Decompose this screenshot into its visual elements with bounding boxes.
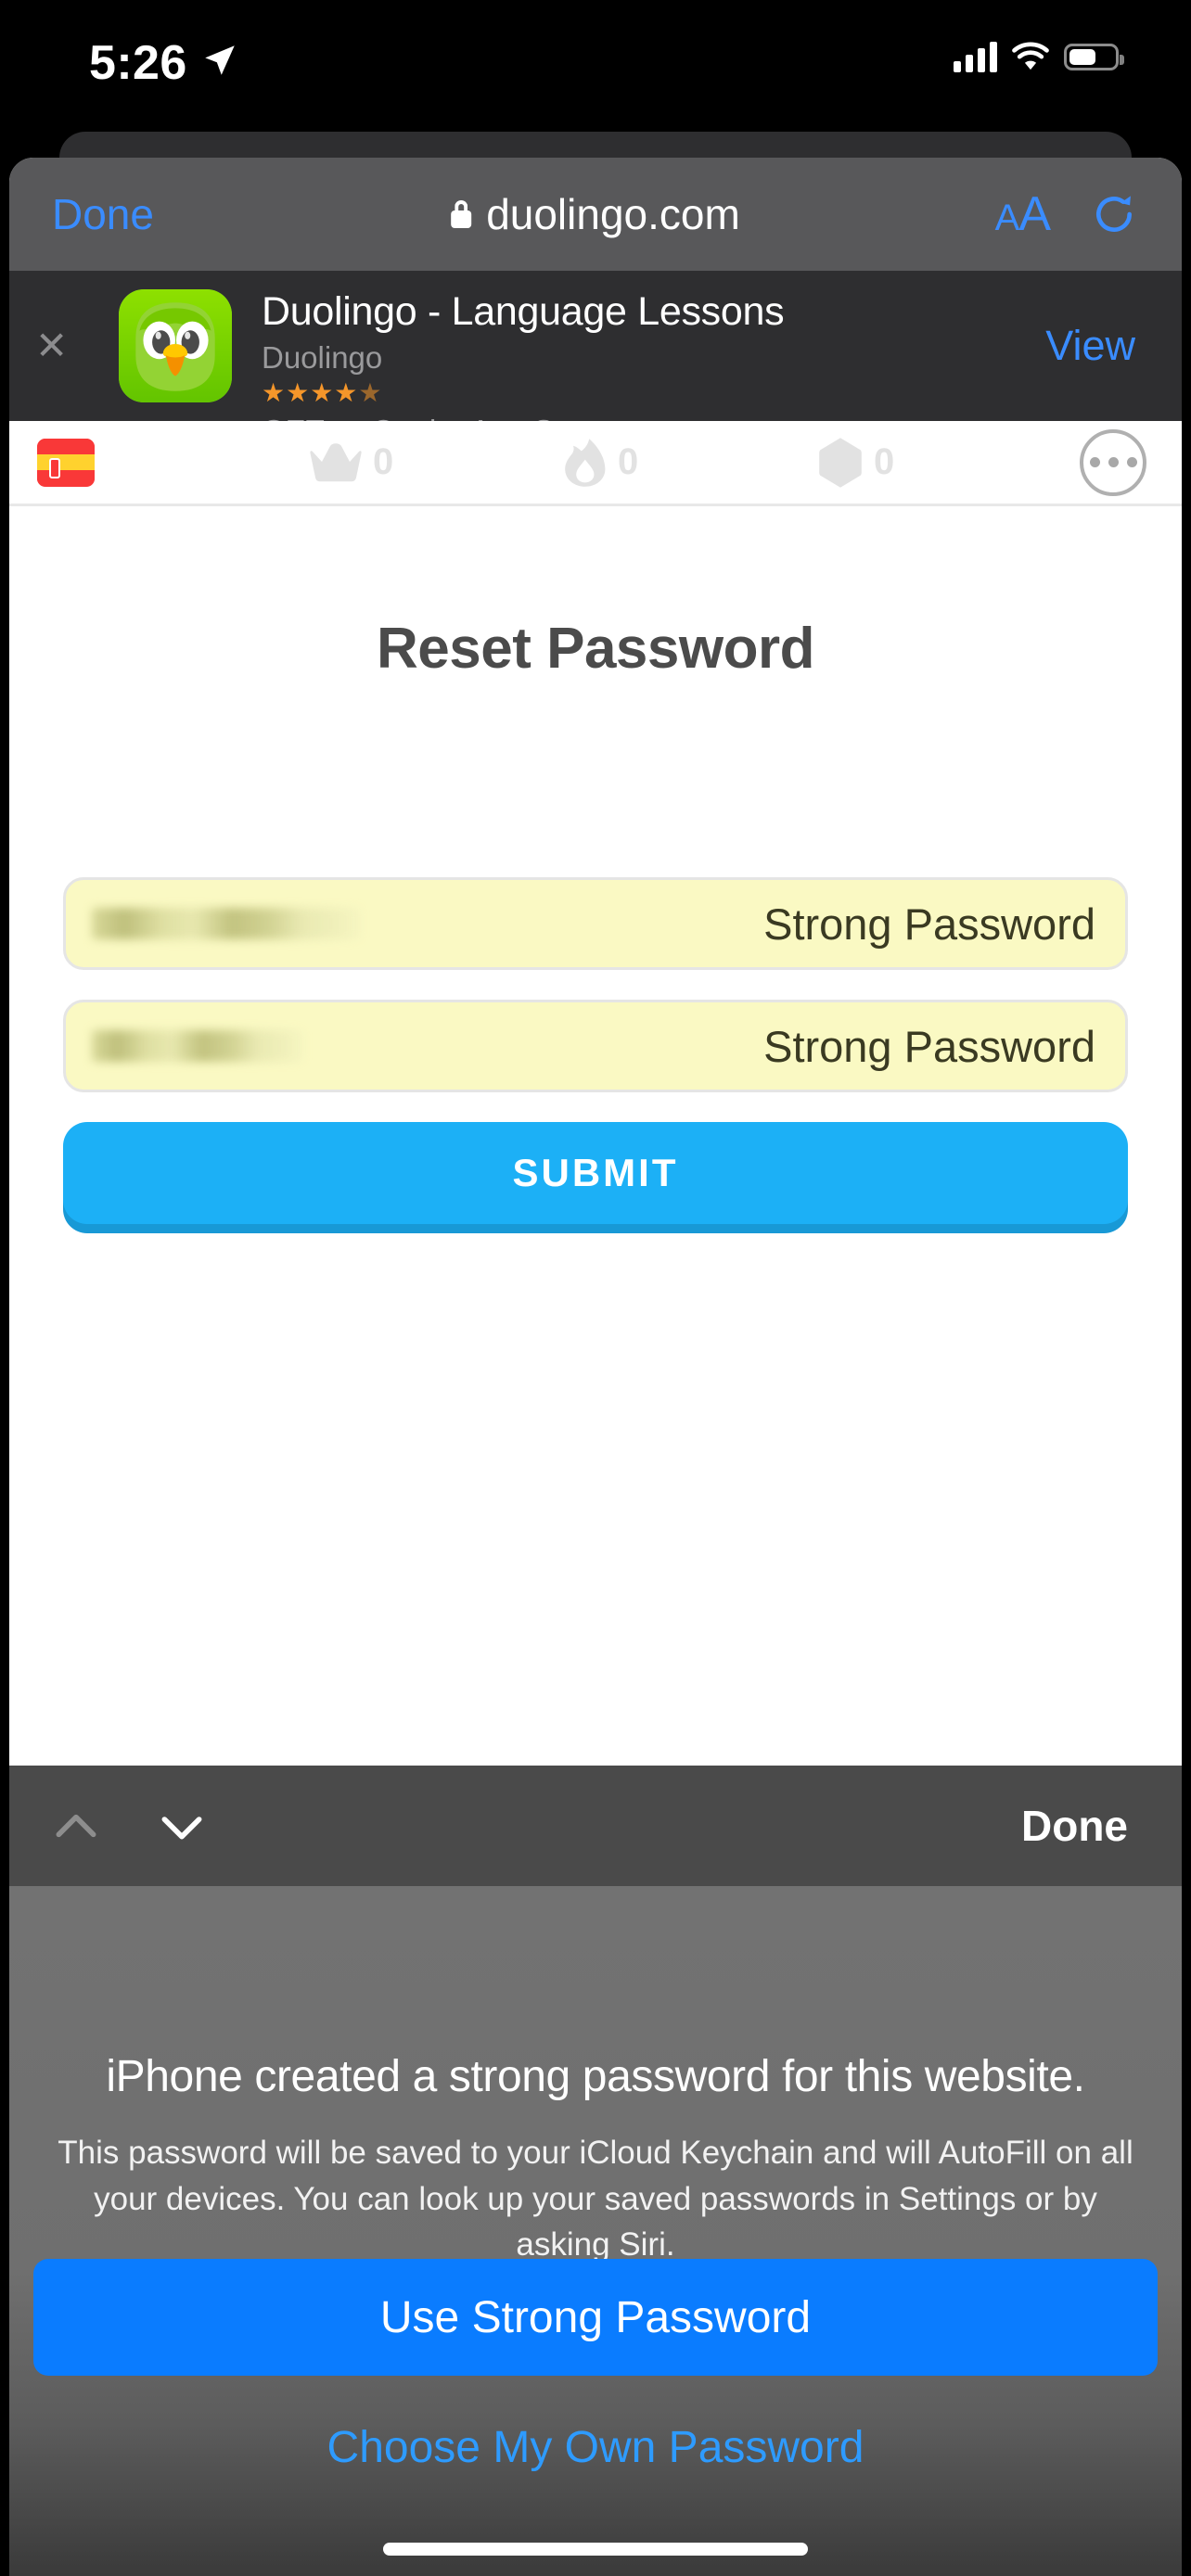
home-indicator[interactable] <box>383 2543 808 2556</box>
duolingo-owl-icon[interactable] <box>119 289 232 402</box>
wifi-icon <box>1012 42 1049 70</box>
reload-icon[interactable] <box>1091 191 1137 237</box>
chevron-down-icon[interactable] <box>156 1800 208 1852</box>
keyboard-done-button[interactable]: Done <box>1021 1801 1128 1851</box>
lock-icon <box>451 200 472 228</box>
safari-toolbar: Done duolingo.com AA <box>9 158 1182 271</box>
location-arrow-icon <box>205 45 235 75</box>
app-banner-view-button[interactable]: View <box>1045 322 1135 370</box>
text-size-large-a: A <box>1018 187 1051 241</box>
chevron-up-icon[interactable] <box>50 1800 102 1852</box>
safari-url-bar[interactable]: duolingo.com <box>451 189 740 239</box>
gem-icon <box>819 437 862 488</box>
crown-count: 0 <box>373 441 394 482</box>
streak-stat[interactable]: 0 <box>564 438 638 488</box>
status-bar: 5:26 <box>0 0 1191 148</box>
strong-password-description: This password will be saved to your iClo… <box>58 2135 1133 2264</box>
spain-flag-icon[interactable] <box>37 438 95 487</box>
battery-icon <box>1064 43 1124 70</box>
safari-view-controller: Done duolingo.com AA ✕ Duolingo - Langua… <box>9 158 1182 2576</box>
password-masked-value <box>92 908 361 939</box>
app-banner-rating-stars: ★★★★★ <box>262 378 383 407</box>
crown-stat[interactable]: 0 <box>310 441 393 484</box>
smart-app-banner: ✕ Duolingo - Language Lessons Duolingo ★… <box>9 271 1182 448</box>
duolingo-nav-bar: 0 0 0 <box>9 421 1182 506</box>
strong-password-sheet: iPhone created a strong password for thi… <box>9 1886 1182 2576</box>
status-bar-time: 5:26 <box>89 36 187 90</box>
choose-own-password-button[interactable]: Choose My Own Password <box>9 2422 1182 2473</box>
password-input[interactable]: Strong Password <box>63 877 1128 970</box>
password-autofill-label: Strong Password <box>763 899 1095 949</box>
streak-count: 0 <box>618 441 639 482</box>
status-bar-indicators <box>954 41 1124 72</box>
iphone-screen: 5:26 Done duolingo.com AA ✕ Duolingo - L… <box>0 0 1191 2576</box>
signal-bars-icon <box>954 41 997 72</box>
gem-stat[interactable]: 0 <box>818 437 894 489</box>
confirm-password-masked-value <box>92 1030 303 1062</box>
safari-done-button[interactable]: Done <box>52 189 154 239</box>
app-banner-subtitle: Duolingo <box>262 340 383 375</box>
text-size-small-a: A <box>994 198 1020 238</box>
gem-count: 0 <box>874 441 895 482</box>
reset-password-form: Reset Password Strong Password Strong Pa… <box>9 506 1182 1224</box>
keyboard-accessory-bar: Done <box>9 1766 1182 1886</box>
close-x-icon[interactable]: ✕ <box>35 326 68 365</box>
confirm-password-input[interactable]: Strong Password <box>63 1000 1128 1092</box>
strong-password-title: iPhone created a strong password for thi… <box>106 2052 1085 2101</box>
flame-icon <box>565 438 606 487</box>
app-banner-title: Duolingo - Language Lessons <box>262 289 785 334</box>
page-title: Reset Password <box>377 617 815 681</box>
submit-button[interactable]: SUBMIT <box>63 1122 1128 1224</box>
crown-icon <box>310 442 362 481</box>
text-size-button[interactable]: AA <box>994 186 1051 242</box>
ellipsis-icon[interactable] <box>1080 428 1146 496</box>
use-strong-password-button[interactable]: Use Strong Password <box>33 2259 1158 2376</box>
confirm-password-autofill-label: Strong Password <box>763 1021 1095 1071</box>
safari-url-text: duolingo.com <box>486 190 740 238</box>
duolingo-web-page: 0 0 0 Reset Password Strong Password Str… <box>9 421 1182 1224</box>
